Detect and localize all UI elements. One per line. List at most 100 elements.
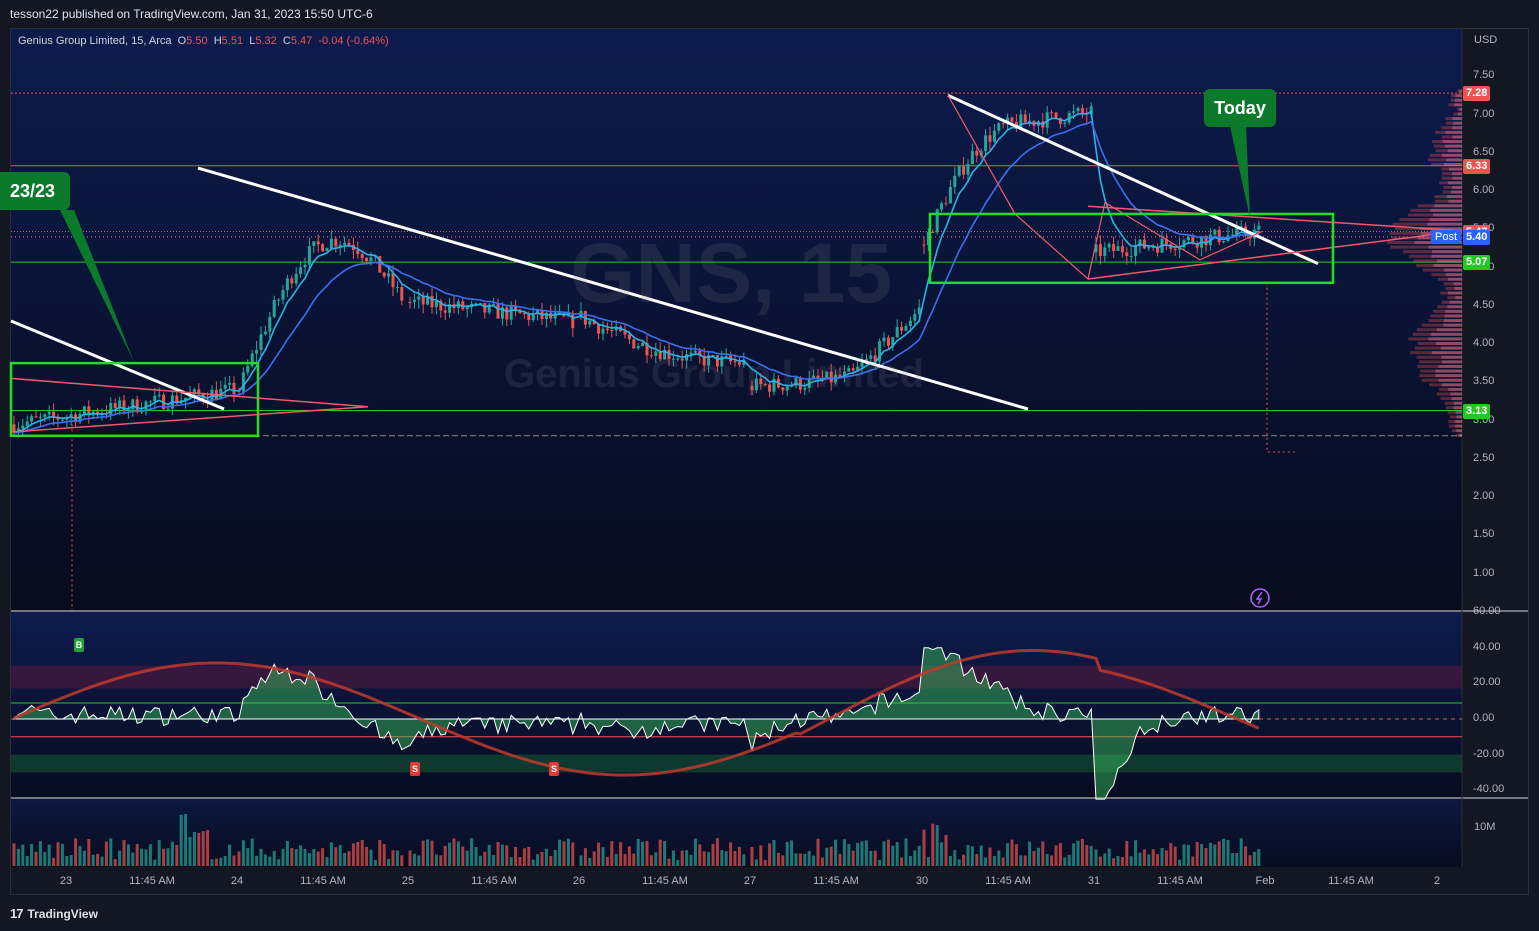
volume-bar bbox=[492, 855, 496, 866]
volume-bar bbox=[263, 854, 267, 866]
volume-bar bbox=[807, 851, 811, 866]
candle-body bbox=[900, 327, 904, 331]
volume-bar bbox=[597, 842, 601, 866]
date-callout[interactable]: 23/23 bbox=[0, 172, 70, 210]
time-tick: 27 bbox=[743, 875, 757, 887]
candle-body bbox=[329, 238, 333, 249]
volume-bar bbox=[1089, 845, 1093, 866]
volume-bar bbox=[104, 841, 108, 866]
candle-body bbox=[1147, 246, 1151, 249]
profile-bar-down bbox=[1449, 415, 1457, 419]
volume-bar bbox=[864, 840, 868, 866]
profile-bar-up bbox=[1447, 291, 1462, 295]
profile-bar-down bbox=[1431, 162, 1444, 166]
candle-body bbox=[412, 299, 416, 303]
volume-bar bbox=[922, 829, 926, 866]
candle-body bbox=[272, 300, 276, 317]
profile-bar-down bbox=[1403, 250, 1433, 254]
profile-bar-up bbox=[1458, 112, 1462, 116]
volume-bar bbox=[1178, 859, 1182, 866]
candle-body bbox=[1116, 246, 1120, 251]
volume-bar bbox=[1006, 843, 1010, 866]
volume-bar bbox=[1080, 838, 1084, 866]
candle-body bbox=[157, 394, 161, 396]
volume-bar bbox=[179, 814, 183, 866]
volume-bar bbox=[1182, 844, 1186, 866]
volume-bar bbox=[935, 825, 939, 866]
candle-body bbox=[992, 130, 996, 142]
volume-bar bbox=[785, 841, 789, 866]
legend-high: 5.51 bbox=[221, 35, 244, 47]
candle-body bbox=[25, 421, 29, 426]
today-callout[interactable]: Today bbox=[1204, 89, 1276, 127]
profile-bar-up bbox=[1454, 98, 1462, 102]
volume-bar bbox=[992, 856, 996, 866]
volume-bar bbox=[926, 857, 930, 866]
candle-body bbox=[605, 328, 609, 331]
volume-bar bbox=[1085, 844, 1089, 866]
price-tick: 1.50 bbox=[1473, 528, 1495, 541]
profile-bar-up bbox=[1430, 208, 1462, 212]
candle-body bbox=[290, 278, 294, 284]
profile-bar-up bbox=[1452, 135, 1462, 139]
profile-bar-up bbox=[1435, 342, 1462, 345]
volume-bar bbox=[1248, 855, 1252, 866]
signal-marker: S bbox=[410, 762, 420, 776]
footer bbox=[0, 898, 1539, 931]
volume-bar bbox=[1050, 855, 1054, 866]
volume-bar bbox=[588, 857, 592, 866]
volume-bar bbox=[456, 841, 460, 866]
profile-bar-down bbox=[1437, 305, 1448, 309]
volume-bar bbox=[1156, 854, 1160, 866]
volume-bar bbox=[1200, 844, 1204, 866]
volume-bar bbox=[259, 848, 263, 866]
volume-bar bbox=[619, 842, 623, 866]
candle-body bbox=[1186, 237, 1190, 241]
candle-body bbox=[966, 164, 970, 175]
profile-bar-down bbox=[1390, 245, 1429, 249]
profile-bar-down bbox=[1447, 410, 1456, 414]
profile-bar-up bbox=[1455, 296, 1462, 300]
volume-bar bbox=[1208, 842, 1212, 866]
candle-body bbox=[1023, 114, 1027, 123]
candle-body bbox=[931, 231, 935, 233]
profile-bar-up bbox=[1431, 254, 1462, 258]
volume-bar bbox=[1041, 841, 1045, 866]
candle-body bbox=[82, 406, 86, 414]
volume-bar bbox=[338, 845, 342, 866]
profile-bar-up bbox=[1428, 245, 1462, 249]
profile-bar-up bbox=[1443, 162, 1462, 166]
profile-bar-up bbox=[1450, 392, 1462, 396]
volume-bar bbox=[838, 853, 842, 866]
candle-body bbox=[1222, 241, 1226, 243]
volume-bar bbox=[966, 845, 970, 866]
volume-bar bbox=[1067, 854, 1071, 866]
candle-body bbox=[356, 249, 360, 255]
profile-bar-down bbox=[1441, 176, 1453, 180]
volume-bar bbox=[953, 850, 957, 866]
candle-body bbox=[30, 416, 34, 422]
profile-bar-down bbox=[1408, 254, 1432, 258]
profile-bar-down bbox=[1417, 364, 1439, 368]
volume-bar bbox=[34, 851, 38, 866]
chart-svg[interactable] bbox=[0, 0, 1539, 931]
legend-open: 5.50 bbox=[186, 35, 208, 47]
profile-bar-down bbox=[1428, 158, 1447, 162]
candle-body bbox=[1063, 122, 1067, 124]
volume-bar bbox=[109, 838, 113, 866]
volume-bar bbox=[860, 841, 864, 866]
volume-bar bbox=[671, 850, 675, 866]
candle-body bbox=[597, 324, 601, 334]
volume-bar bbox=[649, 855, 653, 866]
volume-bar bbox=[711, 843, 715, 866]
volume-bar bbox=[100, 856, 104, 866]
volume-bar bbox=[1107, 848, 1111, 866]
candle-body bbox=[953, 175, 957, 187]
volume-bar bbox=[487, 844, 491, 866]
volume-bar bbox=[878, 859, 882, 866]
volume-bar bbox=[246, 848, 250, 866]
profile-bar-down bbox=[1410, 208, 1431, 212]
volume-bar bbox=[387, 858, 391, 866]
tradingview-logo[interactable]: 17 TradingView bbox=[10, 906, 98, 921]
profile-bar-down bbox=[1407, 213, 1434, 217]
